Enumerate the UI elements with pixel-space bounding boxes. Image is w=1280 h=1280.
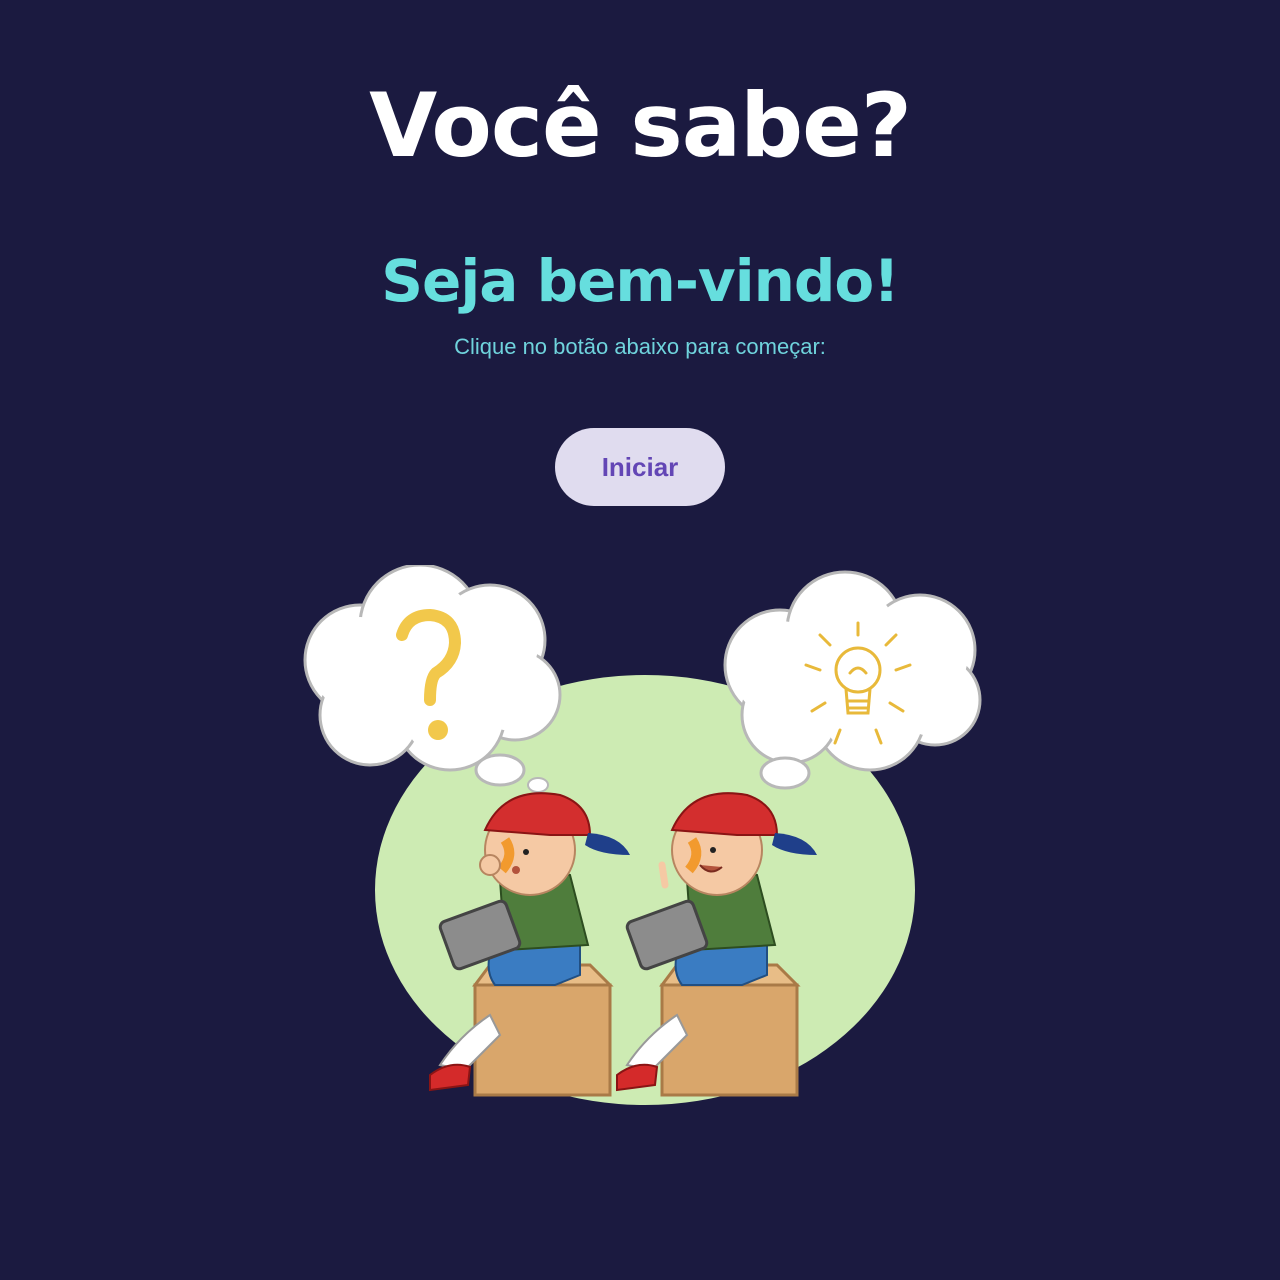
- start-button[interactable]: Iniciar: [555, 428, 725, 506]
- welcome-heading: Seja bem-vindo!: [381, 247, 899, 315]
- welcome-screen: Você sabe? Seja bem-vindo! Clique no bot…: [0, 0, 1280, 1280]
- thinking-boys-illustration: [303, 565, 982, 1105]
- page-title: Você sabe?: [369, 74, 912, 177]
- instruction-text: Clique no botão abaixo para começar:: [454, 334, 826, 359]
